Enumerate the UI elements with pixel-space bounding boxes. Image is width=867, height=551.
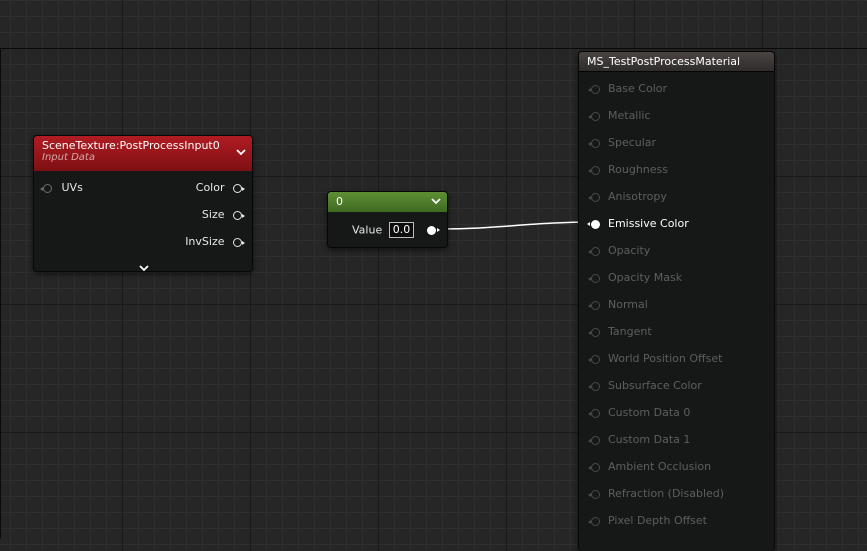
value-label: Value	[352, 223, 383, 237]
material-pin-roughness[interactable]: Roughness	[588, 163, 669, 176]
material-pin-base-color[interactable]: Base Color	[588, 82, 668, 95]
scene-texture-node[interactable]: SceneTexture:PostProcessInput0 Input Dat…	[33, 135, 253, 272]
output-pin[interactable]	[427, 223, 440, 236]
scene-texture-node-header[interactable]: SceneTexture:PostProcessInput0 Input Dat…	[34, 136, 252, 171]
pin-label: Roughness	[608, 163, 669, 176]
material-pin-subsurface-color[interactable]: Subsurface Color	[588, 379, 702, 392]
pin-label: Specular	[608, 136, 657, 149]
metallic-pin-icon[interactable]	[588, 111, 600, 121]
ambient-occlusion-pin-icon[interactable]	[588, 462, 600, 472]
output-pin-label: Size	[201, 208, 225, 221]
output-pin-label: InvSize	[185, 235, 225, 248]
expand-chevron-icon[interactable]	[138, 257, 150, 272]
pin-label: Custom Data 1	[608, 433, 691, 446]
pin-label: Custom Data 0	[608, 406, 691, 419]
subsurface-color-pin-icon[interactable]	[588, 381, 600, 391]
material-pin-opacity-mask[interactable]: Opacity Mask	[588, 271, 683, 284]
pin-label: World Position Offset	[608, 352, 723, 365]
input-pin-label: UVs	[61, 181, 83, 194]
base-color-pin-icon[interactable]	[588, 84, 600, 94]
tangent-pin-icon[interactable]	[588, 327, 600, 337]
value-row: Value 0.0	[352, 222, 415, 238]
scene-texture-node-title: SceneTexture:PostProcessInput0	[42, 139, 220, 152]
opacity-pin-icon[interactable]	[588, 246, 600, 256]
material-pin-pixel-depth-offset[interactable]: Pixel Depth Offset	[588, 514, 707, 527]
pin-label: Pixel Depth Offset	[608, 514, 707, 527]
material-node-title: MS_TestPostProcessMaterial	[587, 55, 741, 68]
pin-label: Anisotropy	[608, 190, 667, 203]
pin-label: Normal	[608, 298, 648, 311]
size-pin-icon[interactable]	[233, 210, 245, 220]
material-pin-custom-data-1[interactable]: Custom Data 1	[588, 433, 691, 446]
pin-label: Metallic	[608, 109, 651, 122]
pin-label: Tangent	[608, 325, 652, 338]
material-pin-normal[interactable]: Normal	[588, 298, 648, 311]
roughness-pin-icon[interactable]	[588, 165, 600, 175]
specular-pin-icon[interactable]	[588, 138, 600, 148]
input-pin-uvs[interactable]: UVs	[40, 181, 83, 194]
material-pin-specular[interactable]: Specular	[588, 136, 657, 149]
value-input[interactable]: 0.0	[388, 222, 415, 238]
material-pin-refraction[interactable]: Refraction (Disabled)	[588, 487, 725, 500]
output-pin-color[interactable]: Color	[195, 181, 245, 194]
pin-label: Emissive Color	[608, 217, 689, 230]
constant-node[interactable]: 0 Value 0.0	[327, 191, 448, 248]
constant-node-header[interactable]: 0	[328, 192, 447, 212]
material-result-node[interactable]: MS_TestPostProcessMaterial Base Color Me…	[578, 51, 775, 551]
pixel-depth-offset-pin-icon[interactable]	[588, 516, 600, 526]
color-pin-icon[interactable]	[233, 183, 245, 193]
refraction-pin-icon[interactable]	[588, 489, 600, 499]
pin-label: Opacity Mask	[608, 271, 683, 284]
normal-pin-icon[interactable]	[588, 300, 600, 310]
wire-constant-to-emissive[interactable]	[439, 221, 597, 230]
pin-label: Opacity	[608, 244, 651, 257]
material-pin-anisotropy[interactable]: Anisotropy	[588, 190, 667, 203]
anisotropy-pin-icon[interactable]	[588, 192, 600, 202]
opacity-mask-pin-icon[interactable]	[588, 273, 600, 283]
material-pin-opacity[interactable]: Opacity	[588, 244, 651, 257]
material-node-header[interactable]: MS_TestPostProcessMaterial	[579, 52, 774, 72]
output-pin-icon[interactable]	[427, 225, 440, 235]
material-pin-metallic[interactable]: Metallic	[588, 109, 651, 122]
material-pin-ambient-occlusion[interactable]: Ambient Occlusion	[588, 460, 712, 473]
custom-data-1-pin-icon[interactable]	[588, 435, 600, 445]
scene-texture-node-subtitle: Input Data	[42, 152, 95, 163]
uvs-pin-icon[interactable]	[40, 183, 52, 193]
output-pin-invsize[interactable]: InvSize	[185, 235, 245, 248]
material-pin-emissive-color[interactable]: Emissive Color	[587, 217, 689, 230]
invsize-pin-icon[interactable]	[233, 237, 245, 247]
custom-data-0-pin-icon[interactable]	[588, 408, 600, 418]
pin-label: Base Color	[608, 82, 668, 95]
chevron-down-icon[interactable]	[236, 148, 246, 158]
pin-label: Subsurface Color	[608, 379, 702, 392]
constant-node-title: 0	[336, 195, 343, 208]
material-pin-tangent[interactable]: Tangent	[588, 325, 652, 338]
emissive-color-pin-icon[interactable]	[587, 219, 600, 229]
chevron-down-icon[interactable]	[431, 197, 441, 207]
output-pin-size[interactable]: Size	[201, 208, 245, 221]
material-pin-custom-data-0[interactable]: Custom Data 0	[588, 406, 691, 419]
world-position-offset-pin-icon[interactable]	[588, 354, 600, 364]
pin-label: Refraction (Disabled)	[608, 487, 725, 500]
output-pin-label: Color	[195, 181, 225, 194]
material-pin-world-position-offset[interactable]: World Position Offset	[588, 352, 723, 365]
pin-label: Ambient Occlusion	[608, 460, 712, 473]
